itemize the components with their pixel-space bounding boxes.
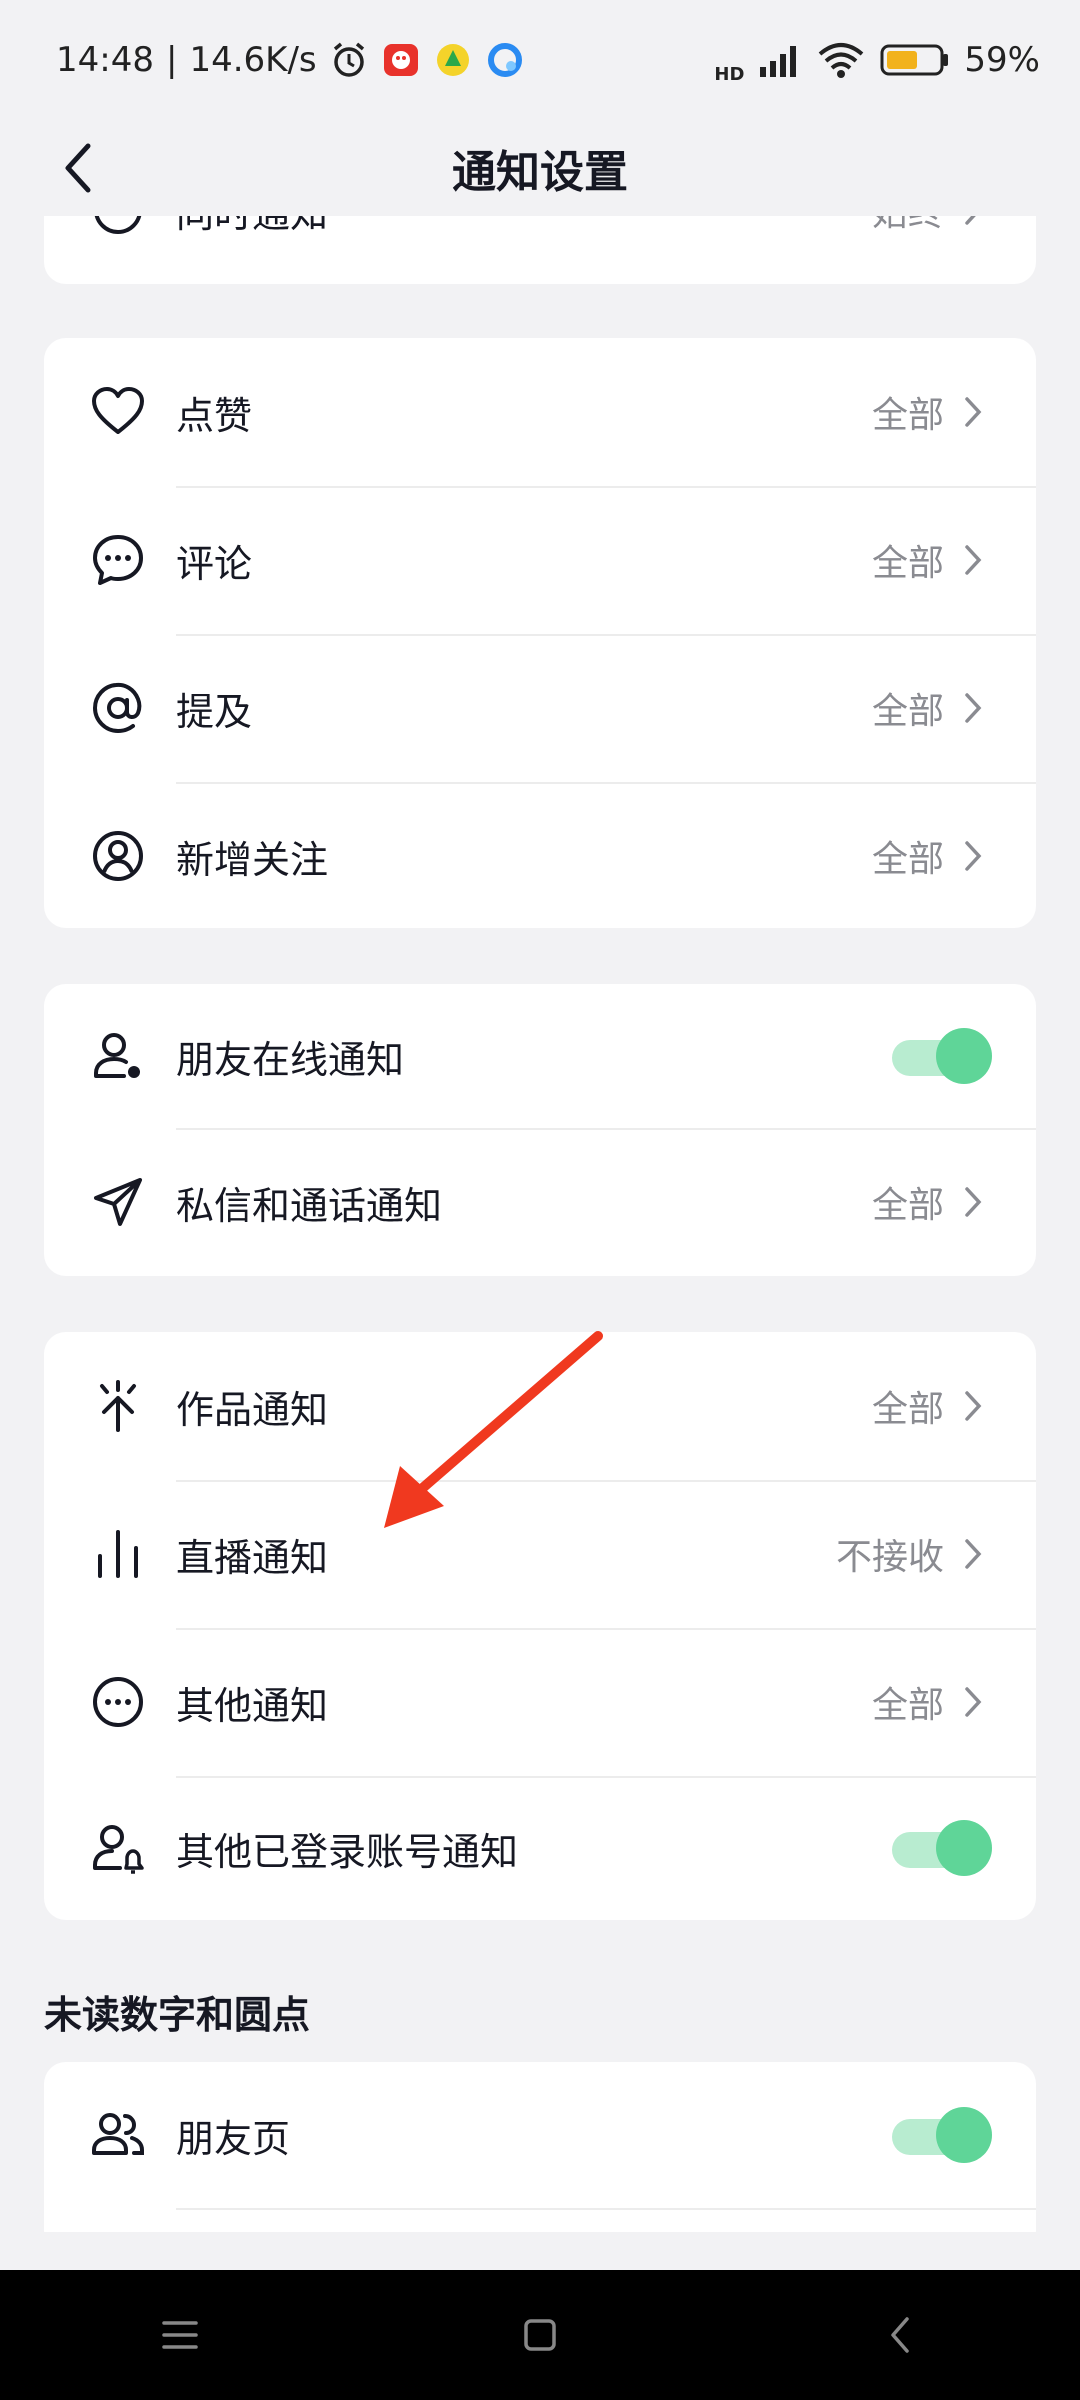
chevron-right-icon <box>958 688 988 728</box>
back-nav-button[interactable] <box>860 2295 940 2375</box>
chevron-right-icon <box>958 216 988 230</box>
row-comments[interactable]: 评论 全部 <box>44 486 1036 634</box>
row-friends-page[interactable]: 朋友页 <box>44 2062 1036 2208</box>
friend-online-toggle[interactable] <box>892 1028 992 1084</box>
chevron-right-icon <box>958 1182 988 1222</box>
battery-level: 59% <box>964 40 1040 80</box>
live-bars-icon <box>88 1524 148 1584</box>
card-sync-notify: 同时通知 始终 <box>44 216 1036 284</box>
chevron-right-icon <box>958 540 988 580</box>
row-works-notify[interactable]: 作品通知 全部 <box>44 1332 1036 1480</box>
chevron-right-icon <box>958 392 988 432</box>
comment-icon <box>88 530 148 590</box>
row-dm-call[interactable]: 私信和通话通知 全部 <box>44 1128 1036 1276</box>
clock-icon <box>88 216 148 240</box>
battery-icon <box>880 44 949 76</box>
status-bar: 14:48 | 14.6K/s HD 59% <box>56 40 1040 85</box>
user-online-icon <box>88 1026 148 1086</box>
friends-icon <box>88 2105 148 2165</box>
divider <box>176 2208 1036 2210</box>
card-unread-dots: 朋友页 <box>44 2062 1036 2232</box>
alarm-icon <box>333 42 364 77</box>
status-time: 14:48 <box>56 40 154 80</box>
sparkle-icon <box>88 1376 148 1436</box>
row-new-followers[interactable]: 新增关注 全部 <box>44 782 1036 928</box>
back-arrow-icon <box>65 143 91 193</box>
user-bell-icon <box>88 1818 148 1878</box>
send-icon <box>88 1172 148 1232</box>
signal-icon <box>760 46 797 77</box>
home-button[interactable] <box>500 2295 580 2375</box>
at-icon <box>88 678 148 738</box>
back-button[interactable] <box>40 130 116 206</box>
app-notify-icon <box>383 44 418 76</box>
menu-icon <box>162 2321 198 2349</box>
heart-icon <box>88 382 148 442</box>
user-circle-icon <box>88 826 148 886</box>
friends-page-toggle[interactable] <box>892 2107 992 2163</box>
card-content-notify: 作品通知 全部 直播通知 不接收 其他通知 全部 其他已登录账号通知 <box>44 1332 1036 1920</box>
card-friends-messages: 朋友在线通知 私信和通话通知 全部 <box>44 984 1036 1276</box>
menu-button[interactable] <box>140 2295 220 2375</box>
settings-list[interactable]: 同时通知 始终 点赞 全部 评论 全部 提及 <box>0 216 1080 2232</box>
chevron-right-icon <box>958 1534 988 1574</box>
app-notify-icon-3 <box>487 43 522 77</box>
wifi-icon <box>819 43 864 78</box>
other-accounts-toggle[interactable] <box>892 1820 992 1876</box>
page-title: 通知设置 <box>452 147 628 198</box>
back-triangle-icon <box>891 2317 909 2353</box>
row-other-notify[interactable]: 其他通知 全部 <box>44 1628 1036 1776</box>
row-likes[interactable]: 点赞 全部 <box>44 338 1036 486</box>
row-other-accounts-notify[interactable]: 其他已登录账号通知 <box>44 1776 1036 1920</box>
more-circle-icon <box>88 1672 148 1732</box>
row-live-notify[interactable]: 直播通知 不接收 <box>44 1480 1036 1628</box>
sync-notify-row[interactable]: 同时通知 始终 <box>44 216 1036 284</box>
chevron-right-icon <box>958 836 988 876</box>
row-friend-online[interactable]: 朋友在线通知 <box>44 984 1036 1128</box>
section-title-unread: 未读数字和圆点 <box>44 1993 311 2037</box>
hd-label: HD <box>714 63 745 85</box>
chevron-right-icon <box>958 1682 988 1722</box>
home-square-icon <box>524 2319 556 2351</box>
nav-bar: 通知设置 <box>0 120 1080 216</box>
app-notify-icon-2 <box>436 44 469 76</box>
chevron-right-icon <box>958 1386 988 1426</box>
system-nav-bar <box>0 2270 1080 2400</box>
status-speed: 14.6K/s <box>189 40 317 80</box>
card-interactions: 点赞 全部 评论 全部 提及 全部 新增关注 全部 <box>44 338 1036 928</box>
row-mentions[interactable]: 提及 全部 <box>44 634 1036 782</box>
